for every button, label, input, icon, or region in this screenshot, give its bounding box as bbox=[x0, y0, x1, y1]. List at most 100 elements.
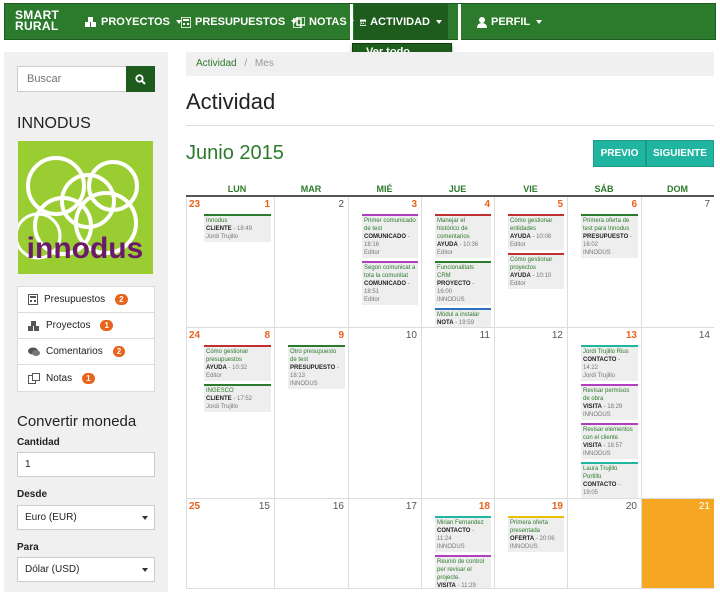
nav-proyectos[interactable]: PROYECTOS bbox=[79, 4, 188, 40]
calendar-day[interactable]: 16 bbox=[274, 499, 348, 588]
calendar-icon bbox=[360, 19, 367, 26]
event-owner: INNODUS bbox=[583, 451, 611, 457]
prev-month-button[interactable]: PREVIO bbox=[593, 140, 646, 167]
calendar-event[interactable]: Laura Trujillo PortilloCONTACTO - 19:05J… bbox=[581, 462, 638, 498]
calendar-event[interactable]: Primera oferta presentada OFERTA - 20:06 I… bbox=[508, 516, 564, 552]
event-category-line: AYUDA - 10:10 bbox=[510, 272, 562, 280]
event-category-line: VISITA - 11:29 bbox=[437, 582, 489, 588]
calendar-day[interactable]: 17 bbox=[348, 499, 421, 588]
count-badge: 1 bbox=[82, 372, 95, 384]
sidebar-item-label: Presupuestos bbox=[44, 294, 106, 305]
day-number: 8 bbox=[264, 330, 270, 341]
event-category-line: VISITA - 18:57 bbox=[583, 442, 636, 450]
calendar-event[interactable]: Revisar elementos con el cliente VISITA -… bbox=[581, 423, 638, 459]
search-button[interactable] bbox=[126, 66, 155, 92]
event-category: VISITA bbox=[583, 404, 602, 410]
weekday-header: LUN MAR MIÉ JUE VIE SÁB DOM bbox=[186, 183, 714, 197]
calendar-day[interactable]: 24 8 Cómo gestionar presupuestos AYUDA - 10… bbox=[186, 328, 274, 498]
event-owner: Editor bbox=[364, 297, 380, 303]
sidebar-item-label: Proyectos bbox=[46, 320, 91, 331]
day-number: 19 bbox=[551, 501, 563, 512]
calendar-day[interactable]: 3 Primer comunicado de test COMUNICADO - 1… bbox=[348, 197, 421, 327]
calendar-event[interactable]: Cómo gestionar entidades AYUDA - 10:08 Edi… bbox=[508, 214, 564, 250]
calendar-event[interactable]: Primera oferta de test para Innodus PRESU… bbox=[581, 214, 638, 258]
calendar-day[interactable]: 13 Jordi Trujillo Rius CONTACTO - 14:22 Jor… bbox=[567, 328, 641, 498]
calendar-day[interactable]: 20 bbox=[567, 499, 641, 588]
calendar-day[interactable]: 6 Primera oferta de test para Innodus PRES… bbox=[567, 197, 641, 327]
nav-actividad[interactable]: ACTIVIDAD bbox=[354, 4, 448, 40]
calendar-event[interactable]: INGESCO CLIENTE - 17:52 Jordi Trujillo bbox=[204, 384, 271, 412]
from-currency-value: Euro (EUR) bbox=[25, 512, 77, 523]
day-number: 2 bbox=[338, 199, 344, 210]
search-input[interactable] bbox=[17, 66, 127, 92]
calendar-day[interactable]: 2 bbox=[274, 197, 348, 327]
event-category: AYUDA bbox=[510, 273, 531, 279]
calendar-event[interactable]: Reunió de control per revisar el project… bbox=[435, 555, 491, 588]
day-number: 13 bbox=[625, 330, 637, 341]
nav-perfil[interactable]: PERFIL bbox=[471, 4, 548, 40]
day-number: 11 bbox=[479, 330, 490, 341]
converter-title: Convertir moneda bbox=[17, 413, 137, 430]
breadcrumb-current: Mes bbox=[254, 58, 274, 69]
calendar-day[interactable]: 10 bbox=[348, 328, 421, 498]
sidebar-item-presupuestos[interactable]: Presupuestos 2 bbox=[18, 287, 154, 313]
nav-label: PRESUPUESTOS bbox=[195, 16, 286, 28]
event-time: - 17:52 bbox=[231, 396, 253, 402]
calendar-day[interactable]: 14 bbox=[641, 328, 714, 498]
day-number: 20 bbox=[625, 501, 637, 512]
sidebar-item-label: Notas bbox=[46, 372, 73, 384]
brand-logo[interactable]: SMART RURAL bbox=[15, 9, 59, 32]
calendar-day[interactable]: 5 Cómo gestionar entidades AYUDA - 10:08 Ed… bbox=[494, 197, 567, 327]
count-badge: 2 bbox=[112, 346, 126, 357]
calendar-event[interactable]: Segon comunicat a tota la comunitat COMUN… bbox=[362, 261, 418, 305]
event-title: Segon comunicat a tota la comunitat bbox=[364, 265, 416, 279]
calendar-event[interactable]: Innodus CLIENTE - 18:49 Jordi Trujillo bbox=[204, 214, 271, 242]
event-category-line: AYUDA - 10:36 bbox=[437, 241, 489, 249]
calendar-event[interactable]: Manejar el histórico de comentarios AYUDA… bbox=[435, 214, 491, 258]
calendar-day[interactable]: 11 bbox=[421, 328, 494, 498]
event-category-line: CONTACTO - 19:05 bbox=[583, 481, 636, 497]
calendar-event[interactable]: Revisar permisos de obra VISITA - 18:29 IN… bbox=[581, 384, 638, 420]
event-category-line: VISITA - 18:29 bbox=[583, 403, 636, 411]
to-currency-select[interactable]: Dólar (USD) bbox=[17, 557, 155, 582]
sidebar-item-comentarios[interactable]: Comentarios 2 bbox=[18, 339, 154, 365]
next-month-button[interactable]: SIGUIENTE bbox=[646, 140, 714, 167]
calendar-day[interactable]: 12 bbox=[494, 328, 567, 498]
calendar-event[interactable]: Primer comunicado de test COMUNICADO - 18… bbox=[362, 214, 418, 258]
calendar-event[interactable]: Módul a instalarNOTA - 19:59INNODUS bbox=[435, 308, 491, 327]
event-category-line: COMUNICADO - 18:16 bbox=[364, 233, 416, 249]
calendar-day[interactable]: 4 Manejar el histórico de comentarios AYUD… bbox=[421, 197, 494, 327]
event-time: - 10:36 bbox=[457, 242, 479, 248]
weekday-label: MAR bbox=[300, 184, 322, 194]
weekday-label: LUN bbox=[227, 184, 247, 194]
event-category: PRESUPUESTO bbox=[290, 365, 336, 371]
calendar-event[interactable]: Cómo gestionar proyectos AYUDA - 10:10 Edi… bbox=[508, 253, 564, 289]
calendar-event[interactable]: Jordi Trujillo Rius CONTACTO - 14:22 Jordi… bbox=[581, 345, 638, 381]
calendar-event[interactable]: Funcionalitats CRM PROYECTO - 16:00 INNODU… bbox=[435, 261, 491, 305]
nav-label: ACTIVIDAD bbox=[370, 16, 430, 28]
event-title: Jordi Trujillo Rius bbox=[583, 349, 629, 355]
calendar-event[interactable]: Cómo gestionar presupuestos AYUDA - 10:32… bbox=[204, 345, 271, 381]
from-currency-select[interactable]: Euro (EUR) bbox=[17, 505, 155, 530]
sidebar-item-notas[interactable]: Notas 1 bbox=[18, 365, 154, 391]
calendar-event[interactable]: Otro presupuesto de test PRESUPUESTO - 18… bbox=[288, 345, 345, 389]
calendar-day[interactable]: 18 Mirian Fernandez CONTACTO - 11:24 INNODU… bbox=[421, 499, 494, 588]
calendar-day[interactable]: 25 15 bbox=[186, 499, 274, 588]
sidebar-item-proyectos[interactable]: Proyectos 1 bbox=[18, 313, 154, 339]
calendar-day[interactable]: 9 Otro presupuesto de test PRESUPUESTO - 1… bbox=[274, 328, 348, 498]
amount-input[interactable]: 1 bbox=[17, 452, 155, 477]
calendar-day[interactable]: 23 1 Innodus CLIENTE - 18:49 Jordi Trujillo bbox=[186, 197, 274, 327]
calendar-day[interactable]: 7 bbox=[641, 197, 714, 327]
calendar-day[interactable]: 19 Primera oferta presentada OFERTA - 20:0… bbox=[494, 499, 567, 588]
event-title: Otro presupuesto de test bbox=[290, 349, 337, 363]
top-navbar: SMART RURAL PROYECTOS PRESUPUESTOS NOTAS… bbox=[4, 3, 716, 40]
calendar-event[interactable]: Mirian Fernandez CONTACTO - 11:24 INNODUS bbox=[435, 516, 491, 552]
sidebar: INNODUS innodus Presupuestos 2 Proyectos 1… bbox=[4, 52, 168, 592]
calendar-day[interactable]: 21 bbox=[641, 499, 714, 588]
nav-label: PROYECTOS bbox=[101, 16, 170, 28]
breadcrumb-link-actividad[interactable]: Actividad bbox=[196, 58, 237, 69]
nav-presupuestos[interactable]: PRESUPUESTOS bbox=[175, 4, 303, 40]
day-number: 16 bbox=[332, 501, 344, 512]
org-logo: innodus bbox=[14, 141, 153, 274]
event-category: CONTACTO bbox=[437, 528, 471, 534]
